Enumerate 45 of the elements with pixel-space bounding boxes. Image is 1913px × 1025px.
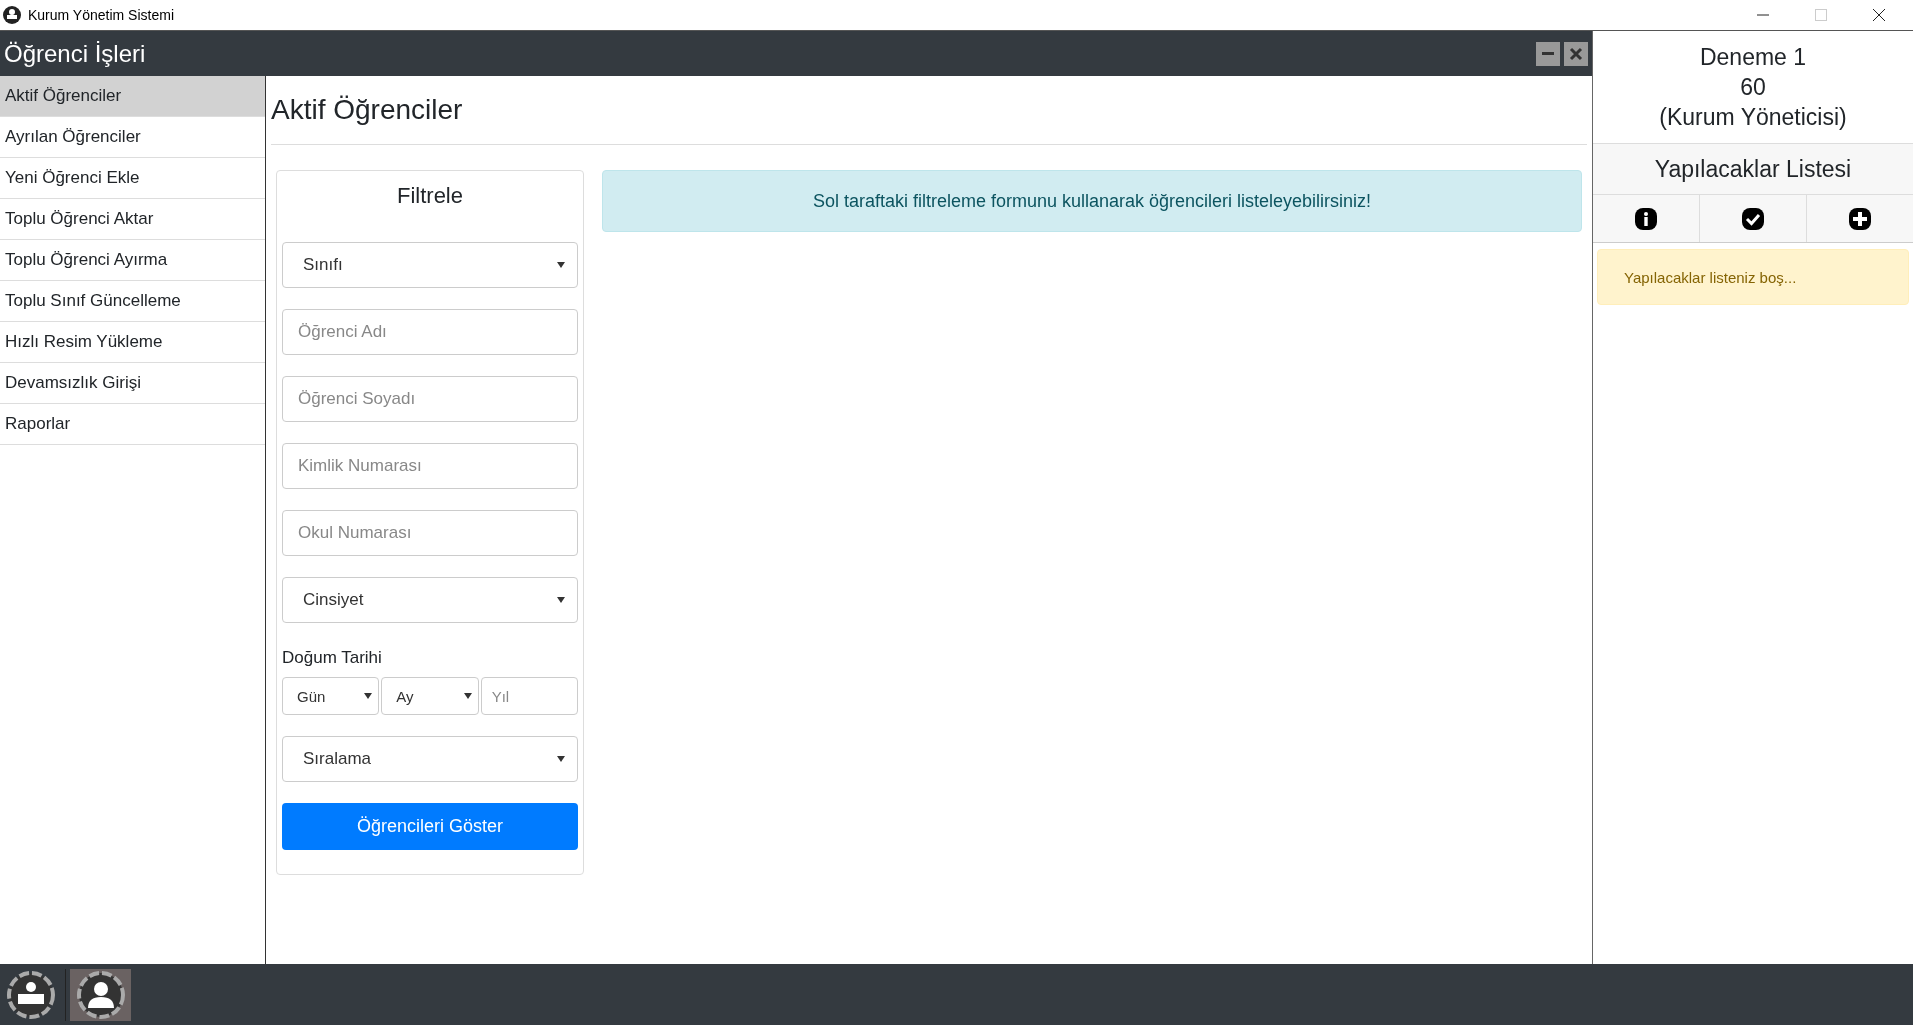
input-field[interactable]: Okul Numarası (282, 510, 578, 556)
caret-icon (364, 693, 373, 699)
sidebar-item[interactable]: Toplu Öğrenci Aktar (0, 199, 265, 240)
minimize-button[interactable] (1536, 41, 1560, 66)
show-students-button[interactable]: Öğrencileri Göster (282, 803, 578, 850)
sort-select[interactable]: Sıralama (282, 736, 578, 782)
input-field[interactable]: Yıl (480, 677, 578, 715)
sidebar-item[interactable]: Raporlar (0, 404, 265, 445)
check-icon[interactable] (1741, 206, 1765, 231)
page-heading: Aktif Öğrenciler (271, 76, 1587, 145)
info-icon[interactable] (1634, 206, 1658, 231)
close-button[interactable] (1564, 41, 1588, 66)
minus-icon (1542, 52, 1554, 55)
window-title: Kurum Yönetim Sistemi (28, 7, 174, 23)
close-icon[interactable] (1873, 9, 1885, 21)
user-info-line: (Kurum Yöneticisi) (1659, 103, 1847, 132)
add-icon[interactable] (1848, 206, 1872, 231)
filter-title: Filtrele (396, 182, 464, 210)
sidebar-item[interactable]: Aktif Öğrenciler (0, 76, 265, 117)
input-field[interactable]: Öğrenci Soyadı (282, 376, 578, 422)
select-field[interactable]: Gün (282, 677, 380, 715)
close-icon (1568, 45, 1584, 62)
student-app-icon[interactable] (70, 968, 131, 1021)
caret-icon (557, 756, 565, 762)
user-info-line: Deneme 1 (1699, 43, 1807, 72)
sidebar-item[interactable]: Toplu Sınıf Güncelleme (0, 281, 265, 322)
sidebar-item[interactable]: Devamsızlık Girişi (0, 363, 265, 404)
module-title: Öğrenci İşleri (4, 39, 146, 68)
input-field[interactable]: Öğrenci Adı (282, 309, 578, 355)
sidebar-item[interactable]: Yeni Öğrenci Ekle (0, 158, 265, 199)
select-field[interactable]: Sınıfı (282, 242, 578, 288)
input-field[interactable]: Kimlik Numarası (282, 443, 578, 489)
todo-empty-message: Yapılacaklar listeniz boş... (1624, 268, 1797, 286)
birth-date-label: Doğum Tarihi (282, 648, 383, 668)
sidebar-item[interactable]: Toplu Öğrenci Ayırma (0, 240, 265, 281)
sidebar-item[interactable]: Hızlı Resim Yükleme (0, 322, 265, 363)
select-field[interactable]: Ay (381, 677, 479, 715)
user-info-line: 60 (1740, 73, 1766, 102)
todo-title: Yapılacaklar Listesi (1654, 155, 1852, 183)
select-field[interactable]: Cinsiyet (282, 577, 578, 623)
sidebar-item[interactable]: Ayrılan Öğrenciler (0, 117, 265, 158)
info-message: Sol taraftaki filtreleme formunu kullanarak öğrencileri listeleyebilirsiniz! (812, 190, 1372, 212)
caret-icon (557, 262, 565, 268)
caret-icon (557, 597, 565, 603)
caret-icon (463, 693, 472, 699)
